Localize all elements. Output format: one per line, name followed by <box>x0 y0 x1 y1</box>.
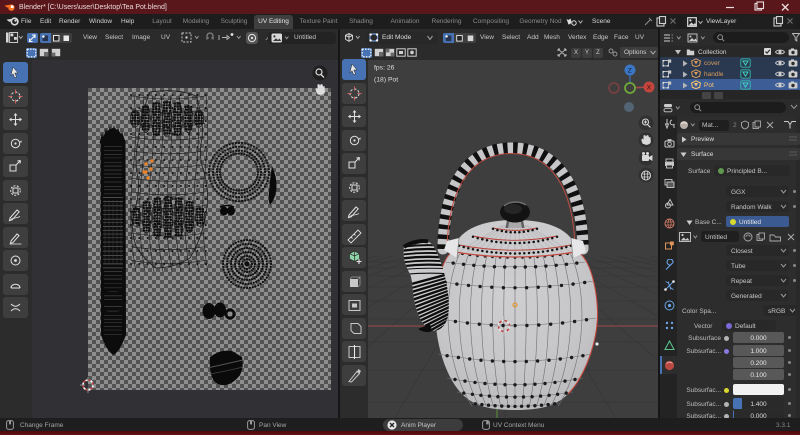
svg-text:X: X <box>647 85 652 92</box>
svg-text:fps: 26: fps: 26 <box>374 65 395 72</box>
svg-text:(18) Pot: (18) Pot <box>374 77 398 84</box>
svg-text:Z: Z <box>628 68 632 75</box>
